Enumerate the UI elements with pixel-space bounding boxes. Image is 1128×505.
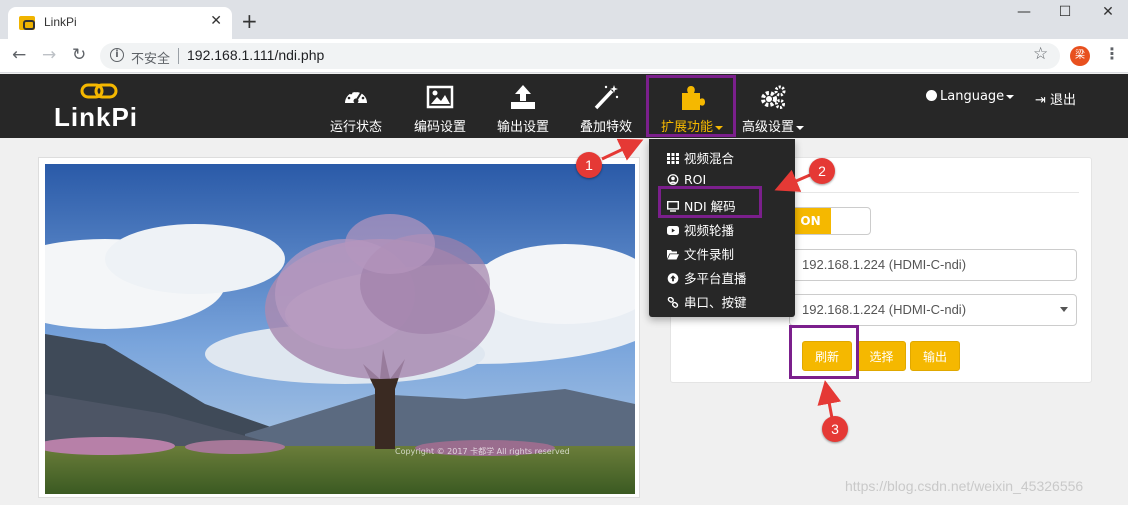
toggle-on-label: ON [790, 208, 831, 234]
dashboard-icon [345, 89, 367, 104]
nav-label: 叠加特效 [579, 120, 632, 135]
nav-advanced[interactable]: 高级设置 [738, 74, 808, 138]
grid-icon [667, 153, 679, 164]
tab-title: LinkPi [44, 15, 77, 29]
nav-encode[interactable]: 编码设置 [410, 74, 470, 138]
nav-effects[interactable]: 叠加特效 [576, 74, 636, 138]
ndi-source-select[interactable]: 192.168.1.224 (HDMI-C-ndi) [789, 294, 1077, 326]
language-menu[interactable]: Language [926, 89, 1015, 104]
logout-icon: ⇥ [1035, 93, 1051, 108]
csdn-watermark: https://blog.csdn.net/weixin_45326556 [845, 478, 1084, 494]
menu-item-serial-keys[interactable]: 串口、按键 [667, 292, 747, 311]
info-icon[interactable]: i [110, 48, 124, 62]
tab-close-icon[interactable]: ✕ [210, 13, 222, 29]
folder-open-icon [667, 250, 679, 260]
address-separator [178, 48, 179, 64]
chevron-down-icon [1060, 307, 1068, 312]
nav-label: 编码设置 [413, 120, 466, 135]
gears-icon [761, 85, 786, 109]
address-bar[interactable]: i 不安全 192.168.1.111/ndi.php ☆ [100, 43, 1060, 69]
picture-icon [426, 85, 454, 109]
callout-badge-1: 1 [576, 152, 602, 178]
menu-item-roi[interactable]: ROI [667, 172, 706, 187]
menu-item-file-record[interactable]: 文件录制 [667, 244, 734, 263]
nav-output[interactable]: 输出设置 [493, 74, 553, 138]
browser-menu-icon[interactable]: ⋮ [1104, 44, 1120, 63]
ndi-enable-toggle[interactable]: ON [789, 207, 871, 235]
forward-arrow-icon[interactable]: → [42, 45, 56, 65]
reload-icon[interactable]: ↻ [72, 45, 86, 65]
video-preview-image: Copyright © 2017 卡都学 All rights reserved [45, 164, 635, 494]
menu-item-multi-platform-live[interactable]: 多平台直播 [667, 268, 747, 287]
browser-tabbar: LinkPi ✕ + — ☐ ✕ [0, 0, 1128, 39]
globe-icon [926, 90, 937, 101]
ndi-source-select-value: 192.168.1.224 (HDMI-C-ndi) [802, 302, 967, 317]
video-preview-panel: Copyright © 2017 卡都学 All rights reserved [38, 157, 640, 498]
back-arrow-icon[interactable]: ← [12, 45, 26, 65]
profile-avatar[interactable]: 梁 [1070, 46, 1090, 66]
new-tab-button[interactable]: + [241, 11, 258, 31]
magic-wand-icon [594, 85, 619, 110]
browser-toolbar: ← → ↻ i 不安全 192.168.1.111/ndi.php ☆ 梁 ⋮ [0, 39, 1128, 73]
logo-text[interactable]: LinkPi [54, 102, 138, 133]
maximize-icon[interactable]: ☐ [1055, 4, 1075, 20]
arrow-circle-up-icon [667, 273, 679, 284]
upload-icon [511, 85, 535, 109]
user-circle-icon [667, 174, 679, 185]
link-icon [667, 297, 679, 308]
youtube-play-icon [667, 226, 679, 235]
app-navbar: LinkPi 运行状态 编码设置 输出设置 叠加特效 扩展功能 高级设置 Lan… [0, 74, 1128, 138]
select-button[interactable]: 选择 [857, 341, 906, 371]
callout-badge-2: 2 [809, 158, 835, 184]
linkpi-favicon-icon [19, 16, 35, 30]
menu-item-video-mix[interactable]: 视频混合 [667, 148, 734, 167]
url-text[interactable]: 192.168.1.111/ndi.php [187, 47, 324, 63]
linkpi-logo-icon [80, 83, 118, 99]
extensions-dropdown: 视频混合 ROI NDI 解码 视频轮播 文件录制 多平台直播 串口、按键 [649, 139, 795, 317]
insecure-label[interactable]: 不安全 [131, 48, 170, 67]
callout-badge-3: 3 [822, 416, 848, 442]
nav-label: 高级设置 [738, 116, 808, 135]
menu-item-video-carousel[interactable]: 视频轮播 [667, 220, 734, 239]
bookmark-star-icon[interactable]: ☆ [1033, 44, 1048, 64]
nav-status[interactable]: 运行状态 [326, 74, 386, 138]
nav-label: 运行状态 [329, 120, 382, 135]
nav-label: 输出设置 [496, 120, 549, 135]
photo-copyright: Copyright © 2017 卡都学 All rights reserved [395, 447, 570, 456]
ndi-source-input[interactable]: 192.168.1.224 (HDMI-C-ndi) [789, 249, 1077, 281]
highlight-refresh [789, 325, 859, 379]
window-close-icon[interactable]: ✕ [1098, 4, 1118, 20]
minimize-icon[interactable]: — [1014, 4, 1034, 20]
output-button[interactable]: 输出 [910, 341, 960, 371]
highlight-extensions [646, 75, 736, 137]
logout-link[interactable]: ⇥ 退出 [1035, 89, 1076, 108]
highlight-ndi-decode [658, 186, 762, 218]
browser-tab[interactable]: LinkPi ✕ [8, 7, 232, 39]
